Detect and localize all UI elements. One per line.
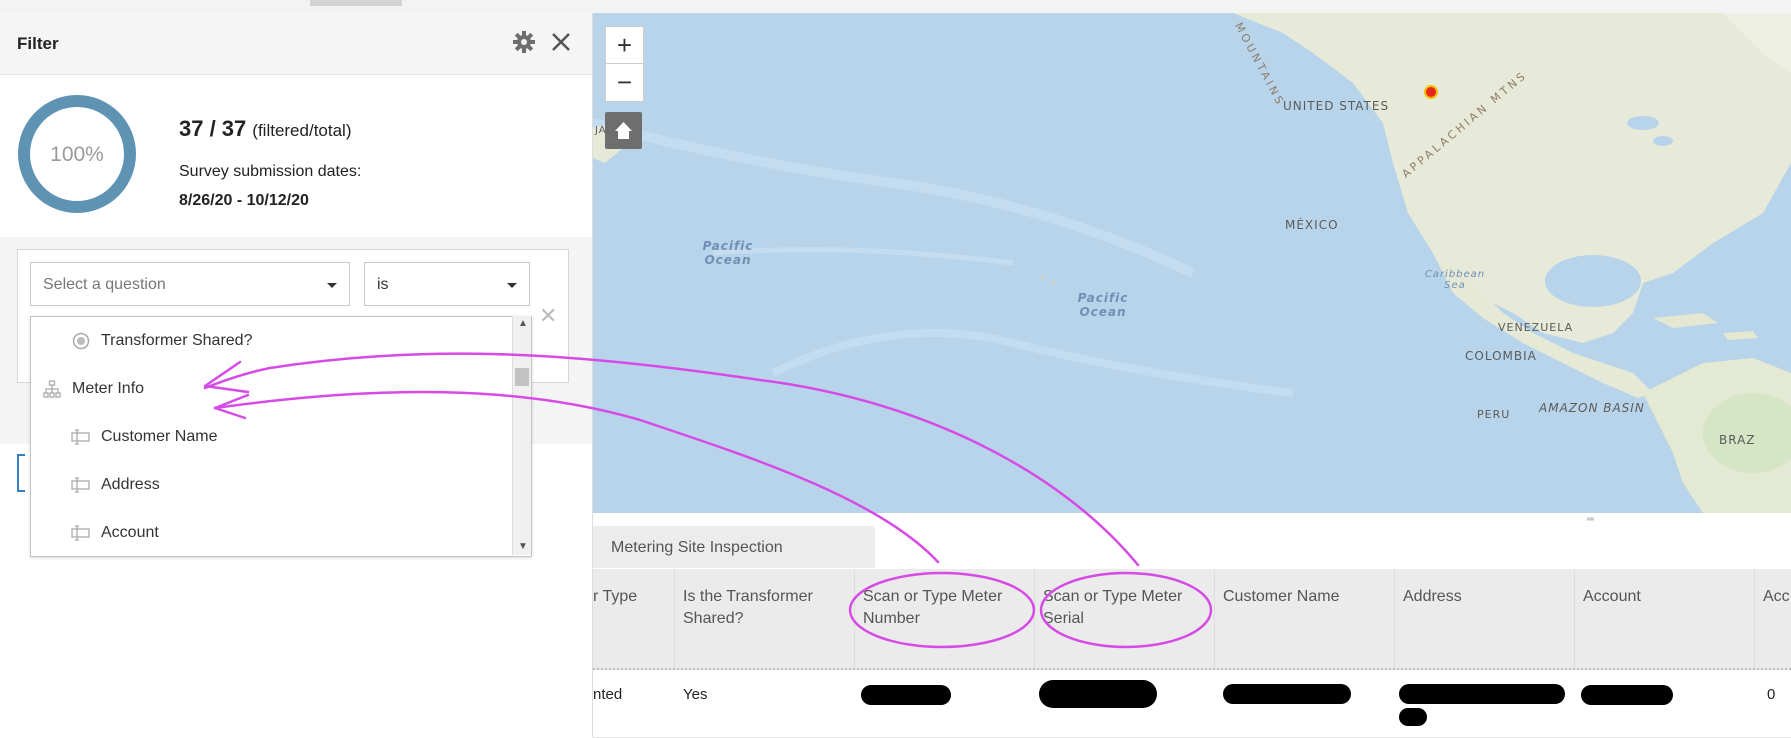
list-item-label: Transformer Shared? bbox=[101, 332, 253, 349]
label-peru: PERU bbox=[1477, 408, 1511, 421]
scroll-down-icon[interactable]: ▼ bbox=[518, 541, 528, 552]
column-divider[interactable] bbox=[1214, 569, 1215, 668]
map-view[interactable]: UNITED STATES MÉXICO Pacific Ocean Pacif… bbox=[593, 13, 1791, 513]
filtered-count: 37 / 37 (filtered/total) bbox=[179, 116, 352, 141]
zoom-in-button[interactable]: + bbox=[606, 27, 643, 64]
home-button[interactable] bbox=[605, 112, 642, 149]
column-divider[interactable] bbox=[854, 569, 855, 668]
list-item-label: Meter Info bbox=[72, 380, 145, 397]
table-row[interactable]: nted Yes 0 bbox=[593, 670, 1791, 738]
home-icon bbox=[615, 122, 632, 139]
list-item[interactable]: Customer Name bbox=[71, 417, 217, 457]
progress-donut: 100% bbox=[18, 95, 136, 213]
cell-type: nted bbox=[593, 686, 623, 703]
question-dropdown-list[interactable]: Transformer Shared? Meter Info Customer … bbox=[30, 316, 532, 557]
cell-account-last: 0 bbox=[1767, 686, 1776, 703]
active-tab-indicator bbox=[310, 0, 402, 6]
add-button-edge[interactable] bbox=[17, 454, 25, 492]
column-header[interactable]: Scan or Type Meter Serial bbox=[1043, 586, 1208, 630]
redacted-value bbox=[1399, 684, 1565, 704]
text-field-icon bbox=[71, 475, 91, 495]
list-item-label: Address bbox=[101, 476, 160, 493]
column-header[interactable]: Address bbox=[1403, 586, 1563, 608]
redacted-value bbox=[1581, 685, 1673, 705]
list-item[interactable]: Transformer Shared? bbox=[71, 321, 252, 361]
list-item[interactable]: Meter Info bbox=[42, 369, 144, 409]
column-divider[interactable] bbox=[1034, 569, 1035, 668]
column-divider[interactable] bbox=[1574, 569, 1575, 668]
label-venezuela: VENEZUELA bbox=[1498, 321, 1574, 334]
label-amazon-basin: AMAZON BASIN bbox=[1539, 401, 1645, 415]
list-item-label: Customer Name bbox=[101, 428, 218, 445]
gear-icon[interactable] bbox=[509, 27, 539, 57]
label-brazil: BRAZ bbox=[1719, 433, 1756, 447]
location-marker[interactable] bbox=[1424, 85, 1438, 99]
redacted-value bbox=[1039, 680, 1157, 708]
chevron-down-icon bbox=[507, 283, 517, 288]
top-toolbar-strip bbox=[0, 0, 1791, 14]
panel-title: Filter bbox=[17, 34, 59, 53]
label-colombia: COLOMBIA bbox=[1465, 349, 1537, 363]
basemap bbox=[593, 13, 1791, 513]
zoom-control: + − bbox=[605, 26, 644, 102]
scroll-up-icon[interactable]: ▲ bbox=[518, 318, 528, 329]
table-header: r Type Is the Transformer Shared? Scan o… bbox=[593, 569, 1791, 670]
text-field-icon bbox=[71, 427, 91, 447]
close-icon[interactable] bbox=[546, 27, 576, 57]
redacted-value bbox=[1399, 708, 1427, 726]
column-header[interactable]: Is the Transformer Shared? bbox=[683, 586, 843, 630]
column-header[interactable]: r Type bbox=[593, 586, 663, 608]
chevron-down-icon bbox=[327, 283, 337, 288]
scrollbar-thumb[interactable] bbox=[515, 368, 529, 386]
group-icon bbox=[42, 379, 62, 399]
remove-rule-icon[interactable]: ✕ bbox=[539, 303, 557, 329]
column-divider[interactable] bbox=[1754, 569, 1755, 668]
text-field-icon bbox=[71, 523, 91, 543]
dates-value: 8/26/20 - 10/12/20 bbox=[179, 192, 309, 209]
progress-percent-label: 100% bbox=[50, 143, 104, 166]
filter-panel-header: Filter bbox=[0, 13, 592, 75]
tab-label: Metering Site Inspection bbox=[611, 539, 783, 556]
column-header[interactable]: Account bbox=[1583, 586, 1743, 608]
label-united-states: UNITED STATES bbox=[1283, 99, 1390, 113]
column-header[interactable]: Customer Name bbox=[1223, 586, 1383, 608]
splitter-handle[interactable]: ═ bbox=[1587, 514, 1594, 525]
column-header[interactable]: Acc bbox=[1763, 586, 1791, 608]
list-item[interactable]: Address bbox=[71, 465, 160, 505]
column-divider[interactable] bbox=[674, 569, 675, 668]
cell-transformer-shared: Yes bbox=[683, 686, 708, 703]
list-item-label: Account bbox=[101, 524, 159, 541]
column-header[interactable]: Scan or Type Meter Number bbox=[863, 586, 1023, 630]
filter-summary: 100% 37 / 37 (filtered/total) Survey subm… bbox=[0, 75, 592, 235]
label-caribbean-sea: Caribbean Sea bbox=[1424, 269, 1486, 291]
dates-label: Survey submission dates: bbox=[179, 163, 362, 180]
radio-icon bbox=[71, 331, 91, 351]
label-mexico: MÉXICO bbox=[1285, 218, 1339, 232]
count-suffix: (filtered/total) bbox=[252, 121, 352, 140]
redacted-value bbox=[1223, 684, 1351, 704]
column-divider[interactable] bbox=[1394, 569, 1395, 668]
dropdown-scrollbar[interactable]: ▲ ▼ bbox=[512, 316, 531, 555]
question-select-value: Select a question bbox=[43, 276, 166, 293]
operator-select[interactable]: is bbox=[364, 262, 530, 306]
list-item[interactable]: Account bbox=[71, 513, 159, 553]
label-pacific-ocean-1: Pacific Ocean bbox=[702, 239, 754, 267]
label-pacific-ocean-2: Pacific Ocean bbox=[1077, 291, 1129, 319]
operator-select-value: is bbox=[377, 276, 389, 293]
zoom-out-button[interactable]: − bbox=[606, 64, 643, 100]
question-select[interactable]: Select a question bbox=[30, 262, 350, 306]
redacted-value bbox=[861, 685, 951, 705]
tab-metering-site-inspection[interactable]: Metering Site Inspection bbox=[593, 526, 875, 568]
